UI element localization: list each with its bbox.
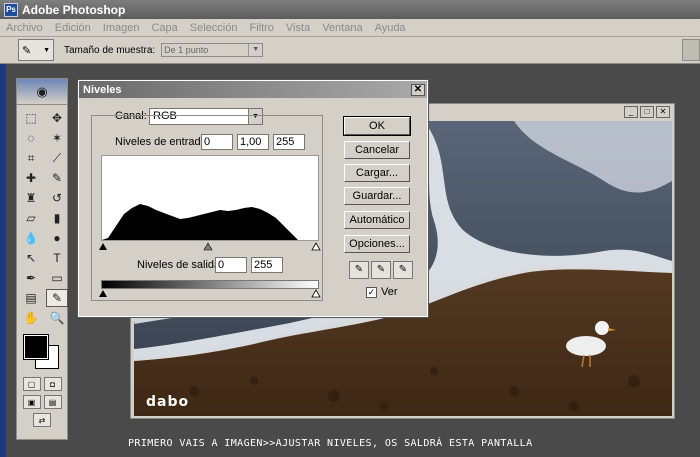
sample-size-select[interactable]: De 1 punto ▼ bbox=[161, 43, 264, 57]
hand-tool-icon[interactable]: ✋ bbox=[20, 309, 42, 327]
tutorial-caption: PRIMERO VAIS A IMAGEN>>AJUSTAR NIVELES, … bbox=[128, 438, 533, 449]
move-tool-icon[interactable]: ✥ bbox=[46, 109, 68, 127]
menu-vista[interactable]: Vista bbox=[286, 22, 310, 34]
eraser-tool-icon[interactable]: ▱ bbox=[20, 209, 42, 227]
menu-ventana[interactable]: Ventana bbox=[322, 22, 362, 34]
gradient-tool-icon[interactable]: ▮ bbox=[46, 209, 68, 227]
menu-ayuda[interactable]: Ayuda bbox=[375, 22, 406, 34]
gray-eyedropper-icon[interactable]: ✎ bbox=[371, 261, 391, 279]
dodge-tool-icon[interactable]: ● bbox=[46, 229, 68, 247]
preview-checkbox[interactable]: ✓ bbox=[366, 287, 377, 298]
brush-tool-icon[interactable]: ✎ bbox=[46, 169, 68, 187]
lasso-tool-icon[interactable]: ◌ bbox=[20, 129, 42, 147]
sample-size-label: Tamaño de muestra: bbox=[64, 44, 156, 56]
menu-archivo[interactable]: Archivo bbox=[6, 22, 43, 34]
pen-tool-icon[interactable]: ✒ bbox=[20, 269, 42, 287]
cancel-button[interactable]: Cancelar bbox=[344, 141, 410, 159]
eyedropper-icon: ✎ bbox=[22, 44, 32, 57]
close-icon[interactable]: ✕ bbox=[656, 106, 670, 118]
levels-title-bar: Niveles ✕ bbox=[79, 81, 427, 98]
close-icon[interactable]: ✕ bbox=[411, 83, 425, 96]
output-gradient-bar bbox=[101, 280, 319, 289]
desktop-edge bbox=[0, 64, 6, 457]
maximize-icon[interactable]: □ bbox=[640, 106, 654, 118]
screen-mode-standard-icon[interactable]: ▣ bbox=[22, 395, 41, 409]
zoom-tool-icon[interactable]: 🔍 bbox=[46, 309, 68, 327]
ok-button[interactable]: OK bbox=[343, 116, 411, 136]
color-swatches bbox=[17, 331, 67, 373]
histogram-graph bbox=[102, 204, 298, 240]
notes-tool-icon[interactable]: ▤ bbox=[20, 289, 42, 307]
tool-preset-picker[interactable]: ✎ ▼ bbox=[18, 39, 54, 61]
screen-mode-full-icon[interactable]: ▤ bbox=[43, 395, 62, 409]
chevron-down-icon: ▼ bbox=[43, 46, 50, 54]
menu-imagen[interactable]: Imagen bbox=[103, 22, 140, 34]
menu-edicion[interactable]: Edición bbox=[55, 22, 91, 34]
output-black-handle bbox=[99, 290, 107, 297]
minimize-icon[interactable]: _ bbox=[624, 106, 638, 118]
toolbox: ◉ ⬚ ✥ ◌ ✶ ⌗ ⟋ ✚ ✎ ♜ ↺ ▱ ▮ 💧 ● ↖ T ✒ ▭ ▤ … bbox=[16, 78, 68, 440]
palette-well[interactable] bbox=[682, 39, 700, 61]
menu-capa[interactable]: Capa bbox=[151, 22, 177, 34]
foreground-color-swatch[interactable] bbox=[23, 334, 49, 360]
histogram bbox=[101, 155, 319, 241]
auto-button[interactable]: Automático bbox=[344, 211, 410, 229]
preview-label: Ver bbox=[381, 286, 398, 298]
quick-mask-icon[interactable]: ◘ bbox=[43, 377, 62, 391]
standard-mode-icon[interactable]: ▢ bbox=[22, 377, 41, 391]
app-title-bar: Ps Adobe Photoshop bbox=[0, 0, 700, 19]
path-select-icon[interactable]: ↖ bbox=[20, 249, 42, 267]
input-white-field[interactable]: 255 bbox=[273, 134, 305, 150]
shape-tool-icon[interactable]: ▭ bbox=[46, 269, 68, 287]
input-gamma-handle bbox=[203, 242, 213, 251]
input-black-field[interactable]: 0 bbox=[201, 134, 233, 150]
photo-watermark: dabo bbox=[146, 394, 190, 410]
menu-seleccion[interactable]: Selección bbox=[190, 22, 238, 34]
type-tool-icon[interactable]: T bbox=[46, 249, 68, 267]
marquee-tool-icon[interactable]: ⬚ bbox=[20, 109, 42, 127]
magic-wand-tool-icon[interactable]: ✶ bbox=[46, 129, 68, 147]
output-slider[interactable] bbox=[99, 289, 321, 299]
black-eyedropper-icon[interactable]: ✎ bbox=[349, 261, 369, 279]
output-white-handle bbox=[311, 289, 321, 298]
menu-filtro[interactable]: Filtro bbox=[249, 22, 273, 34]
blur-tool-icon[interactable]: 💧 bbox=[20, 229, 42, 247]
input-levels-label: Niveles de entrada: bbox=[115, 136, 210, 148]
eyedropper-tool-icon[interactable]: ✎ bbox=[46, 289, 68, 307]
white-eyedropper-icon[interactable]: ✎ bbox=[393, 261, 413, 279]
clone-stamp-icon[interactable]: ♜ bbox=[20, 189, 42, 207]
jump-to-imageready-icon[interactable]: ⇄ bbox=[33, 413, 51, 427]
history-brush-icon[interactable]: ↺ bbox=[46, 189, 68, 207]
eye-logo-icon[interactable]: ◉ bbox=[17, 79, 67, 105]
options-button[interactable]: Opciones... bbox=[344, 235, 410, 253]
options-bar: ✎ ▼ Tamaño de muestra: De 1 punto ▼ bbox=[0, 37, 700, 64]
input-gamma-field[interactable]: 1,00 bbox=[237, 134, 269, 150]
input-white-handle bbox=[311, 242, 321, 251]
app-title: Adobe Photoshop bbox=[22, 2, 126, 17]
chevron-down-icon: ▼ bbox=[248, 44, 262, 56]
load-button[interactable]: Cargar... bbox=[344, 164, 410, 182]
input-slider[interactable] bbox=[99, 241, 321, 251]
output-levels-label: Niveles de salida: bbox=[137, 259, 224, 271]
output-white-field[interactable]: 255 bbox=[251, 257, 283, 273]
input-black-handle bbox=[99, 243, 107, 250]
save-button[interactable]: Guardar... bbox=[344, 187, 410, 205]
menu-bar: Archivo Edición Imagen Capa Selección Fi… bbox=[0, 19, 700, 37]
healing-brush-icon[interactable]: ✚ bbox=[20, 169, 42, 187]
levels-title: Niveles bbox=[83, 83, 122, 96]
slice-tool-icon[interactable]: ⟋ bbox=[46, 149, 68, 167]
photoshop-icon: Ps bbox=[4, 2, 18, 17]
levels-dialog: Niveles ✕ Canal: RGB ▼ Niveles de entrad… bbox=[77, 79, 429, 318]
output-black-field[interactable]: 0 bbox=[215, 257, 247, 273]
sample-size-value: De 1 punto bbox=[164, 45, 209, 55]
crop-tool-icon[interactable]: ⌗ bbox=[20, 149, 42, 167]
